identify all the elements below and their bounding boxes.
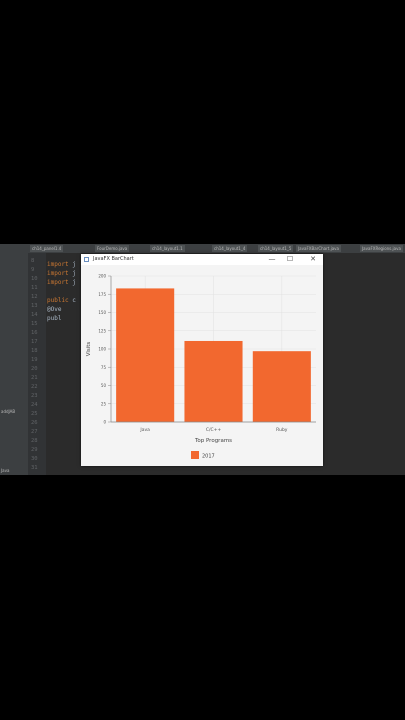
y-tick-label: 200 xyxy=(98,274,106,279)
y-tick-label: 75 xyxy=(101,365,107,370)
y-tick-label: 25 xyxy=(101,401,107,406)
x-tick-label: Ruby xyxy=(276,427,288,433)
editor-tab[interactable]: ch14_layout1_4 xyxy=(212,245,248,252)
line-number: 12 xyxy=(31,294,38,300)
chart-area: 0 25 50 75 100 125 150 175 200 Java C/C++ Ruby Top P… xyxy=(81,265,323,466)
y-tick-label: 125 xyxy=(98,328,106,333)
y-tick-label: 50 xyxy=(101,383,107,388)
legend-swatch xyxy=(191,451,199,459)
code-keyword: public xyxy=(47,297,69,304)
line-number: 23 xyxy=(31,393,38,399)
bar-java xyxy=(116,288,175,422)
line-number: 30 xyxy=(31,456,38,462)
code-line: import j xyxy=(47,270,76,277)
line-number: 27 xyxy=(31,429,38,435)
bar-ruby xyxy=(252,351,311,422)
code-line: public c xyxy=(47,297,76,304)
y-tick-label: 150 xyxy=(98,310,106,315)
y-tick-label: 0 xyxy=(103,420,106,425)
window-title: JavaFX BarChart xyxy=(93,256,134,262)
line-number-gutter: 8 9 10 11 12 13 14 15 16 17 18 19 20 21 22 23 24 25 26 27 28… xyxy=(28,253,46,475)
editor-tab[interactable]: ch14_layout1_5 xyxy=(258,245,294,252)
code-keyword: import xyxy=(47,270,69,277)
line-number: 17 xyxy=(31,339,38,345)
x-tick-label: Java xyxy=(139,427,150,433)
barchart-window: JavaFX BarChart — ☐ ✕ 0 25 50 75 100 125 150 17… xyxy=(81,254,323,466)
x-tick-label: C/C++ xyxy=(206,427,222,433)
minimize-button[interactable]: — xyxy=(267,255,277,264)
app-icon xyxy=(84,257,89,262)
line-number: 14 xyxy=(31,312,38,318)
line-number: 29 xyxy=(31,447,38,453)
code-keyword: import xyxy=(47,279,69,286)
line-number: 11 xyxy=(31,285,38,291)
line-number: 24 xyxy=(31,402,38,408)
code-text: j xyxy=(68,270,76,277)
editor-right-pane xyxy=(325,253,405,475)
code-text: j xyxy=(68,279,76,286)
line-number: 19 xyxy=(31,357,38,363)
line-number: 21 xyxy=(31,375,38,381)
line-number: 10 xyxy=(31,276,38,282)
close-button[interactable]: ✕ xyxy=(308,255,318,264)
editor-tab[interactable]: ch14_panel1.4 xyxy=(30,245,64,252)
editor-tab[interactable]: ch14_layout1.1 xyxy=(150,245,185,252)
legend-label: 2017 xyxy=(202,454,215,460)
y-axis-label: Visits xyxy=(86,342,92,357)
line-number: 15 xyxy=(31,321,38,327)
line-number: 25 xyxy=(31,411,38,417)
screen: { "ide": { "tabs": ["ch14_panel1.4", "Fo… xyxy=(0,0,405,720)
code-line: publ xyxy=(47,315,61,322)
line-number: 8 xyxy=(31,258,35,264)
code-line: @Ove xyxy=(47,306,61,313)
line-number: 26 xyxy=(31,420,38,426)
line-number: 9 xyxy=(31,267,35,273)
editor-tab[interactable]: JavaFXRegions.java xyxy=(360,245,403,252)
project-panel: addJAB Java xyxy=(0,253,28,475)
editor-tab[interactable]: FourDemo.java xyxy=(95,245,130,252)
y-tick-label: 175 xyxy=(98,292,106,297)
code-text: c xyxy=(68,297,76,304)
maximize-button[interactable]: ☐ xyxy=(285,255,295,264)
code-text: publ xyxy=(47,315,62,322)
code-text: j xyxy=(68,261,76,268)
y-tick-label: 100 xyxy=(98,347,106,352)
line-number: 31 xyxy=(31,465,38,471)
project-label: addJAB xyxy=(1,409,16,414)
code-text: @Ove xyxy=(47,306,62,313)
bar-c-c- xyxy=(184,340,243,422)
line-number: 13 xyxy=(31,303,38,309)
line-number: 28 xyxy=(31,438,38,444)
code-keyword: import xyxy=(47,261,69,268)
line-number: 22 xyxy=(31,384,38,390)
x-axis-label: Top Programs xyxy=(194,438,232,444)
code-line: import j xyxy=(47,279,76,286)
editor-tab-bar: ch14_panel1.4 FourDemo.java ch14_layout1.1… xyxy=(0,244,405,253)
bar-chart: 0 25 50 75 100 125 150 175 200 Java C/C++ Ruby Top P… xyxy=(86,274,316,460)
code-line: import j xyxy=(47,261,76,268)
window-titlebar[interactable]: JavaFX BarChart — ☐ ✕ xyxy=(81,254,323,265)
editor-tab[interactable]: JavaFXBarChart.java xyxy=(296,245,341,252)
line-number: 18 xyxy=(31,348,38,354)
line-number: 16 xyxy=(31,330,38,336)
line-number: 20 xyxy=(31,366,38,372)
project-label: Java xyxy=(1,468,10,473)
